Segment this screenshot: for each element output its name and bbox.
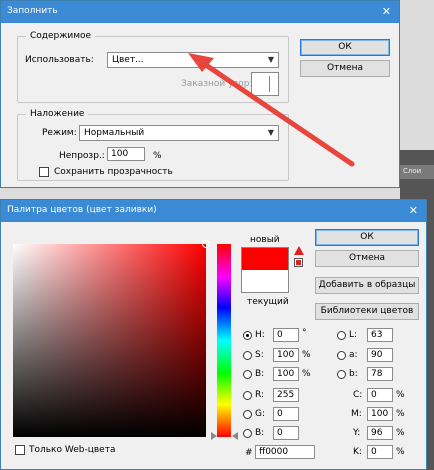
annotation-arrow <box>188 53 355 167</box>
annotation-arrow-shaft <box>200 60 355 167</box>
